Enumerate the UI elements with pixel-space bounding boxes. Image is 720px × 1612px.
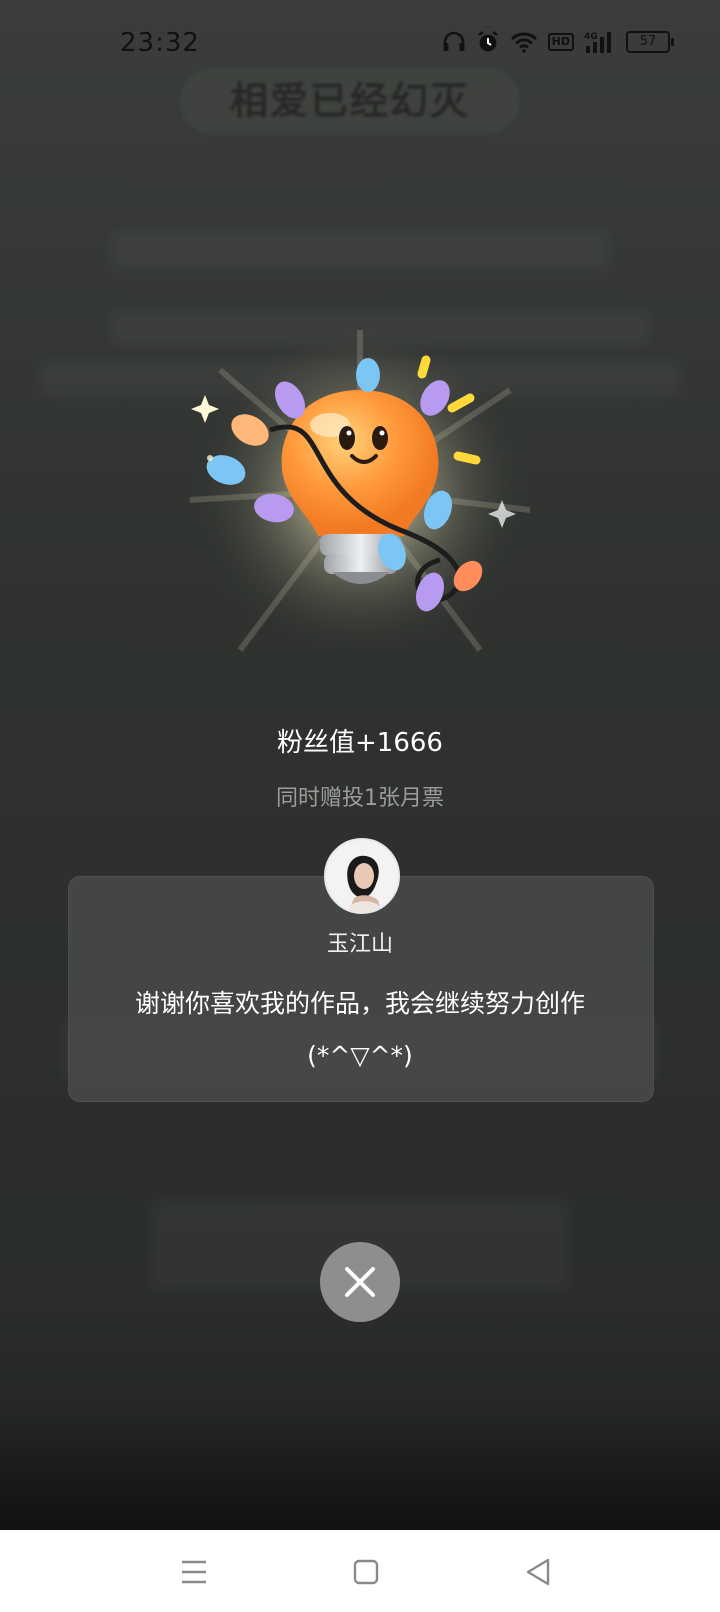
hd-icon: HD: [547, 33, 574, 51]
network-type-label: 4G: [584, 32, 598, 42]
lightbulb-mascot-icon: [180, 320, 540, 660]
cellular-signal-icon: 4G: [584, 30, 616, 54]
close-icon: [345, 1267, 375, 1297]
author-name: 玉江山: [326, 932, 393, 957]
monthly-ticket-subtitle: 同时赠投1张月票: [276, 786, 444, 811]
system-nav-bar: [0, 1530, 720, 1612]
battery-icon: 57: [626, 31, 674, 53]
author-message: 谢谢你喜欢我的作品，我会继续努力创作(*^▽^*): [134, 989, 585, 1070]
status-bar: 23:32 HD 4G 57: [0, 0, 720, 90]
background-blur-block: [110, 230, 610, 270]
status-time: 23:32: [120, 28, 200, 58]
back-triangle-icon[interactable]: [518, 1552, 558, 1592]
alarm-icon: [476, 30, 500, 54]
author-avatar: [324, 838, 400, 914]
close-button[interactable]: [320, 1242, 400, 1322]
fan-value-text: 粉丝值+1666: [277, 728, 443, 758]
menu-icon[interactable]: [174, 1552, 214, 1592]
wifi-icon: [510, 31, 538, 53]
headphones-icon: [442, 31, 466, 53]
status-icons: HD 4G 57: [442, 30, 674, 54]
background-bottom-shade: [0, 1410, 720, 1530]
home-square-icon[interactable]: [346, 1552, 386, 1592]
